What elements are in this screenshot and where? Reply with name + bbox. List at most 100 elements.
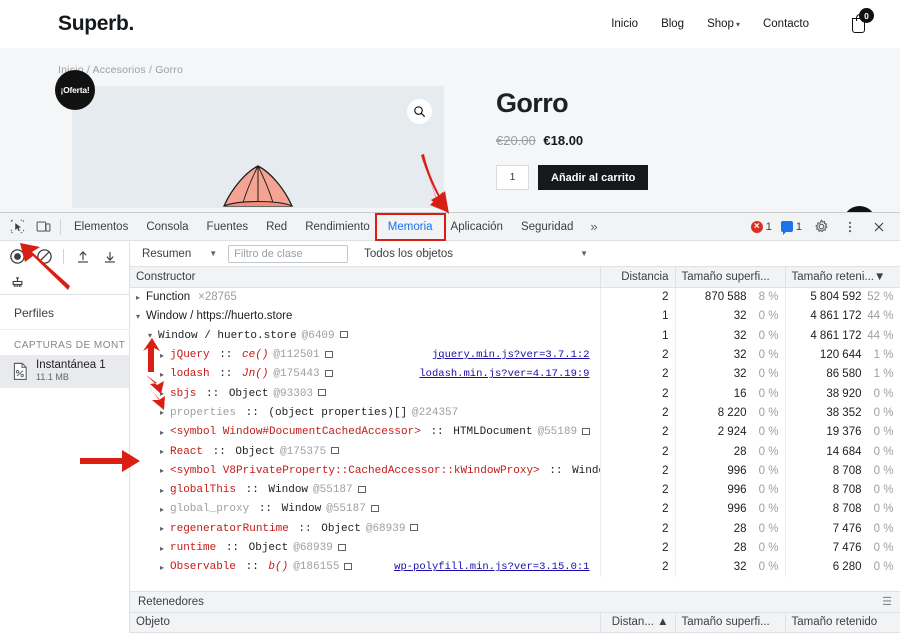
- error-count-indicator[interactable]: × 1: [748, 221, 775, 233]
- tab-elementos[interactable]: Elementos: [65, 217, 137, 237]
- object-scope-caret-icon[interactable]: ▼: [580, 249, 588, 258]
- tab-red[interactable]: Red: [257, 217, 296, 237]
- reveal-object-icon[interactable]: [325, 351, 333, 358]
- more-tabs-button[interactable]: »: [582, 219, 605, 234]
- nav-item-blog[interactable]: Blog: [661, 18, 684, 30]
- expand-triangle-closed-icon[interactable]: [160, 524, 170, 533]
- add-to-cart-button[interactable]: Añadir al carrito: [538, 165, 648, 190]
- breadcrumb[interactable]: Inicio / Accesorios / Gorro: [0, 64, 900, 76]
- expand-triangle-closed-icon[interactable]: [136, 293, 146, 302]
- reveal-object-icon[interactable]: [318, 389, 326, 396]
- source-link[interactable]: lodash.min.js?ver=4.17.19:9: [419, 368, 593, 380]
- expand-triangle-closed-icon[interactable]: [160, 408, 170, 417]
- website-viewport: Superb. Inicio Blog Shop▾ Contacto 0 Ini…: [0, 0, 900, 212]
- retainer-column-objeto[interactable]: Objeto: [130, 613, 600, 633]
- message-count-indicator[interactable]: 1: [778, 221, 805, 233]
- heap-table-body-scroll[interactable]: Function×287652870 5888 %5 804 59252 %Wi…: [130, 288, 900, 591]
- expand-triangle-closed-icon[interactable]: [160, 466, 170, 475]
- column-header-constructor[interactable]: Constructor: [130, 267, 600, 287]
- table-row[interactable]: lodash :: Jn()@175443lodash.min.js?ver=4…: [130, 365, 900, 384]
- collect-garbage-icon[interactable]: [5, 270, 30, 293]
- table-row[interactable]: sbjs :: Object@933032160 %38 9200 %: [130, 384, 900, 403]
- expand-triangle-closed-icon[interactable]: [160, 370, 170, 379]
- nav-item-shop[interactable]: Shop▾: [707, 18, 740, 30]
- reveal-object-icon[interactable]: [338, 544, 346, 551]
- reveal-object-icon[interactable]: [410, 524, 418, 531]
- object-scope-select[interactable]: Todos los objetos: [364, 248, 580, 260]
- cart-button[interactable]: 0: [850, 13, 870, 35]
- reveal-object-icon[interactable]: [325, 370, 333, 377]
- cell-distance: 2: [600, 288, 675, 307]
- table-row[interactable]: globalThis :: Window@5518729960 %8 7080 …: [130, 480, 900, 499]
- table-row[interactable]: regeneratorRuntime :: Object@689392280 %…: [130, 519, 900, 538]
- table-row[interactable]: Window / https://huerto.store1320 %4 861…: [130, 307, 900, 326]
- view-select[interactable]: Resumen: [136, 248, 195, 260]
- reveal-object-icon[interactable]: [582, 428, 590, 435]
- load-profile-icon[interactable]: [70, 245, 95, 268]
- table-row[interactable]: Window / huerto.store@64091320 %4 861 17…: [130, 326, 900, 345]
- product-gallery: ¡Oferta!: [72, 86, 444, 208]
- expand-triangle-closed-icon[interactable]: [160, 544, 170, 553]
- site-logo[interactable]: Superb.: [58, 12, 134, 36]
- device-toolbar-icon[interactable]: [30, 215, 56, 239]
- toolbar-divider: [60, 219, 61, 235]
- column-header-shallow-size[interactable]: Tamaño superfi...: [675, 267, 785, 287]
- expand-triangle-closed-icon[interactable]: [160, 428, 170, 437]
- column-header-distancia[interactable]: Distancia: [600, 267, 675, 287]
- table-row[interactable]: <symbol Window#DocumentCachedAccessor> :…: [130, 423, 900, 442]
- reveal-object-icon[interactable]: [371, 505, 379, 512]
- tab-fuentes[interactable]: Fuentes: [198, 217, 258, 237]
- settings-gear-icon[interactable]: [808, 215, 834, 239]
- reveal-object-icon[interactable]: [344, 563, 352, 570]
- retainers-menu-icon[interactable]: ☰: [882, 595, 892, 608]
- close-devtools-icon[interactable]: [866, 215, 892, 239]
- save-profile-icon[interactable]: [97, 245, 122, 268]
- row-type-name: b(): [268, 561, 288, 573]
- table-row[interactable]: global_proxy :: Window@5518729960 %8 708…: [130, 500, 900, 519]
- reveal-object-icon[interactable]: [358, 486, 366, 493]
- table-row[interactable]: jQuery :: ce()@112501jquery.min.js?ver=3…: [130, 345, 900, 364]
- expand-triangle-closed-icon[interactable]: [160, 563, 170, 572]
- retainer-column-retained[interactable]: Tamaño retenido: [785, 613, 900, 633]
- tab-aplicacion[interactable]: Aplicación: [442, 217, 512, 237]
- expand-triangle-closed-icon[interactable]: [160, 389, 170, 398]
- retainer-column-shallow[interactable]: Tamaño superfi...: [675, 613, 785, 633]
- zoom-image-button[interactable]: [407, 99, 432, 124]
- expand-triangle-closed-icon[interactable]: [160, 486, 170, 495]
- expand-triangle-closed-icon[interactable]: [160, 351, 170, 360]
- retainer-column-distancia[interactable]: Distan... ▲: [600, 613, 675, 633]
- tab-seguridad[interactable]: Seguridad: [512, 217, 582, 237]
- tab-rendimiento[interactable]: Rendimiento: [296, 217, 379, 237]
- expand-triangle-closed-icon[interactable]: [160, 505, 170, 514]
- clear-profiles-icon[interactable]: [32, 245, 57, 268]
- expand-triangle-closed-icon[interactable]: [160, 447, 170, 456]
- row-object-id: @175375: [280, 446, 326, 458]
- table-row[interactable]: <symbol V8PrivateProperty::CachedAccesso…: [130, 461, 900, 480]
- class-filter-input[interactable]: [228, 245, 348, 263]
- source-link[interactable]: wp-polyfill.min.js?ver=3.15.0:1: [394, 561, 593, 573]
- column-header-retained-size[interactable]: Tamaño reteni...▼: [785, 267, 900, 287]
- snapshot-list-item[interactable]: Instantánea 1 11.1 MB: [0, 355, 129, 388]
- quantity-input[interactable]: [496, 165, 529, 190]
- row-label: Observable :: b()@186155: [170, 561, 352, 573]
- reveal-object-icon[interactable]: [331, 447, 339, 454]
- tab-memoria[interactable]: Memoria: [379, 217, 442, 237]
- nav-item-inicio[interactable]: Inicio: [611, 18, 638, 30]
- table-row[interactable]: React :: Object@1753752280 %14 6840 %: [130, 442, 900, 461]
- shallow-value: 996: [727, 465, 746, 477]
- view-select-caret-icon[interactable]: ▼: [209, 249, 217, 258]
- nav-item-contacto[interactable]: Contacto: [763, 18, 809, 30]
- record-heap-snapshot-icon[interactable]: [5, 245, 30, 268]
- source-link[interactable]: jquery.min.js?ver=3.7.1:2: [432, 349, 594, 361]
- table-row[interactable]: runtime :: Object@689392280 %7 4760 %: [130, 538, 900, 557]
- reveal-object-icon[interactable]: [340, 331, 348, 338]
- table-row[interactable]: properties :: (object properties)[]@2243…: [130, 403, 900, 422]
- expand-triangle-open-icon[interactable]: [148, 331, 158, 340]
- tab-consola[interactable]: Consola: [137, 217, 197, 237]
- product-image-hat[interactable]: [198, 162, 318, 212]
- inspect-element-icon[interactable]: [4, 215, 30, 239]
- expand-triangle-open-icon[interactable]: [136, 312, 146, 321]
- table-row[interactable]: Function×287652870 5888 %5 804 59252 %: [130, 288, 900, 307]
- more-options-icon[interactable]: [837, 215, 863, 239]
- table-row[interactable]: Observable :: b()@186155 wp-polyfill.min.…: [130, 558, 900, 577]
